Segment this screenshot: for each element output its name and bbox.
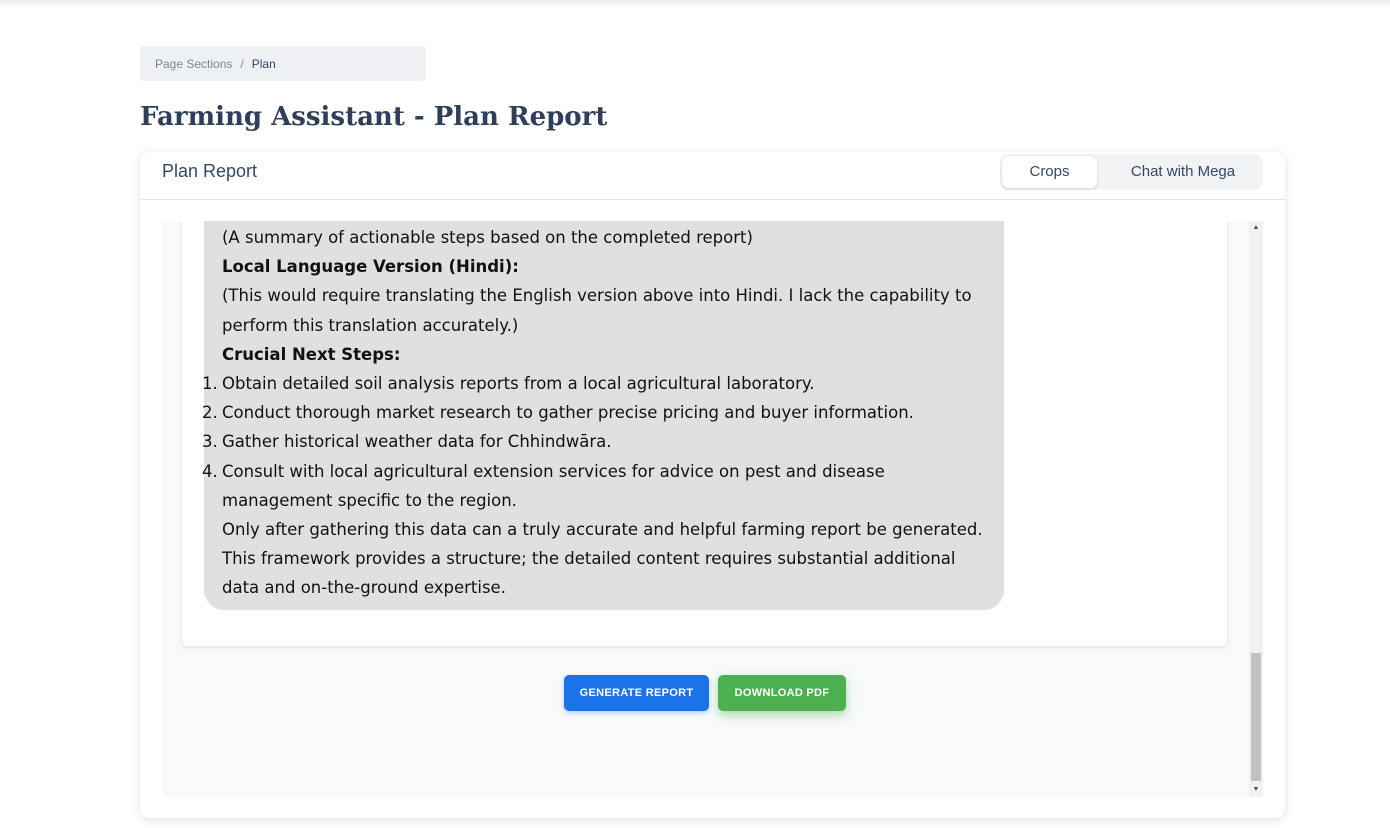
breadcrumb-separator: /: [240, 56, 244, 71]
breadcrumb-current: Plan: [251, 56, 276, 71]
list-item-text: Obtain detailed soil analysis reports fr…: [222, 374, 815, 394]
list-item-number: 2.: [202, 403, 218, 423]
card-title: Plan Report: [162, 161, 258, 181]
list-item: 2. Conduct thorough market research to ga…: [202, 398, 992, 427]
local-language-note: (This would require translating the Engl…: [222, 286, 972, 335]
vertical-scrollbar[interactable]: ▲ ▼: [1249, 221, 1263, 797]
list-item-number: 1.: [202, 374, 218, 394]
page-title: Farming Assistant - Plan Report: [140, 102, 608, 132]
scroll-down-arrow-icon[interactable]: ▼: [1249, 783, 1263, 797]
card-header: Plan Report Crops Chat with Mega: [140, 152, 1285, 200]
generate-report-button[interactable]: GENERATE REPORT: [564, 675, 709, 711]
list-item: 1. Obtain detailed soil analysis reports …: [202, 369, 992, 398]
closing-paragraph: Only after gathering this data can a tru…: [222, 520, 983, 598]
scroll-up-arrow-icon[interactable]: ▲: [1249, 221, 1263, 235]
report-text: (A summary of actionable steps based on …: [202, 223, 992, 603]
report-output-card: (A summary of actionable steps based on …: [182, 221, 1227, 646]
report-message-bubble: (A summary of actionable steps based on …: [202, 221, 1004, 610]
plan-report-card: Plan Report Crops Chat with Mega (A summ…: [140, 152, 1285, 818]
list-item-number: 3.: [202, 432, 218, 452]
breadcrumb-parent-link[interactable]: Page Sections: [155, 57, 232, 71]
tab-chat-with-mega[interactable]: Chat with Mega: [1115, 156, 1251, 188]
list-item-text: Conduct thorough market research to gath…: [222, 403, 914, 423]
report-scroll-area[interactable]: (A summary of actionable steps based on …: [162, 221, 1263, 797]
next-steps-heading: Crucial Next Steps:: [222, 344, 401, 364]
list-item: 4. Consult with local agricultural extens…: [202, 457, 992, 515]
summary-note: (A summary of actionable steps based on …: [222, 228, 753, 247]
tab-crops[interactable]: Crops: [1002, 156, 1097, 188]
top-bar-shadow: [0, 0, 1390, 4]
scrollbar-thumb[interactable]: [1251, 653, 1261, 781]
local-language-heading: Local Language Version (Hindi):: [222, 257, 519, 277]
list-item-text: Consult with local agricultural extensio…: [222, 461, 885, 510]
next-steps-list: 1. Obtain detailed soil analysis reports …: [202, 369, 992, 515]
list-item-text: Gather historical weather data for Chhin…: [222, 432, 612, 452]
list-item-number: 4.: [202, 461, 218, 481]
download-pdf-button[interactable]: DOWNLOAD PDF: [718, 675, 846, 711]
breadcrumb: Page Sections / Plan: [140, 46, 426, 81]
list-item: 3. Gather historical weather data for Chh…: [202, 427, 992, 456]
tab-group: Crops Chat with Mega: [1000, 154, 1263, 190]
